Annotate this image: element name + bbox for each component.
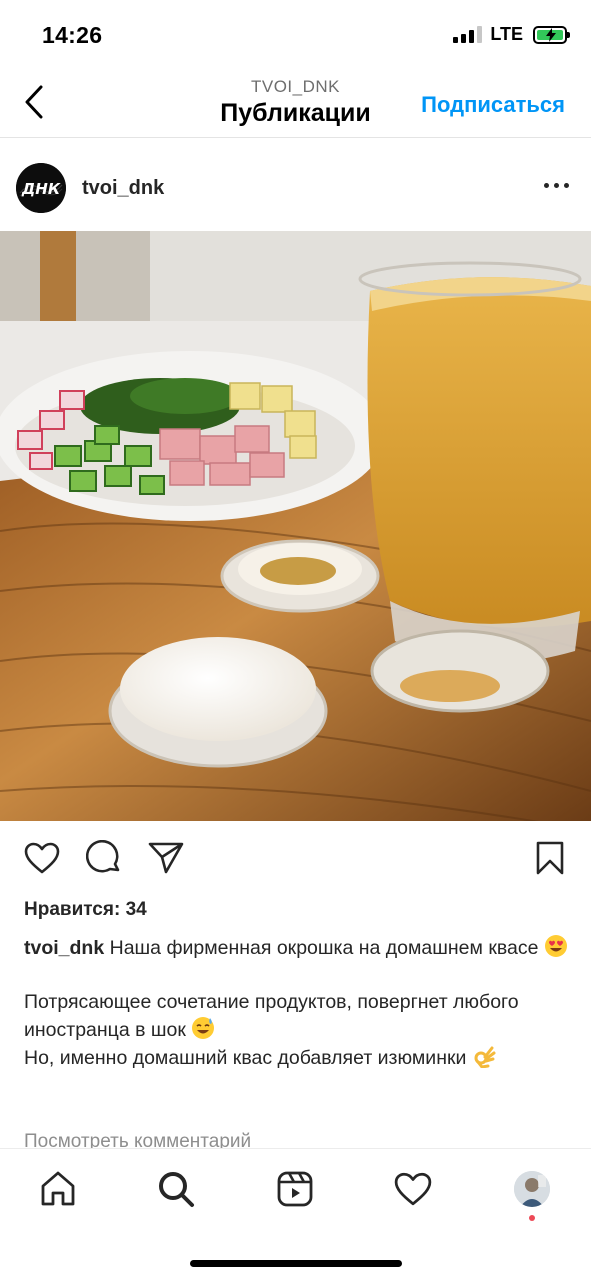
comment-button[interactable]: [84, 838, 124, 878]
heart-icon: [24, 842, 60, 874]
home-indicator: [190, 1260, 402, 1267]
caption-line-1: tvoi_dnk Наша фирменная окрошка на домаш…: [24, 934, 572, 962]
notification-dot: [529, 1215, 535, 1221]
network-type: LTE: [490, 24, 523, 44]
more-horizontal-icon: [544, 183, 549, 188]
status-bar: 14:26 LTE: [0, 0, 591, 72]
tab-reels[interactable]: [273, 1167, 317, 1211]
caption-text-1: Наша фирменная окрошка на домашнем квасе: [109, 937, 539, 959]
heart-icon: [394, 1172, 432, 1206]
status-time: 14:26: [42, 22, 103, 48]
likes-count[interactable]: Нравится: 34: [24, 899, 147, 921]
view-comments-link[interactable]: Посмотреть комментарий: [24, 1131, 251, 1148]
like-button[interactable]: [22, 838, 62, 878]
follow-button[interactable]: Подписаться: [421, 92, 565, 118]
post-photo[interactable]: [0, 231, 591, 821]
save-button[interactable]: [530, 838, 570, 878]
avatar-logo-text: ДНК: [21, 180, 61, 198]
tab-search[interactable]: [154, 1167, 198, 1211]
home-icon: [41, 1171, 75, 1206]
reels-icon: [277, 1171, 313, 1207]
heart-eyes-emoji-icon: [544, 935, 567, 957]
caption-text-3: Но, именно домашний квас добавляет изюми…: [24, 1047, 467, 1069]
post-actions: [0, 838, 591, 884]
page-header: TVOI_DNK Публикации Подписаться: [0, 72, 591, 138]
share-button[interactable]: [146, 838, 186, 878]
more-options-button[interactable]: [544, 175, 569, 196]
caption-line-3: Но, именно домашний квас добавляет изюми…: [24, 1044, 572, 1072]
post-header: ДНК tvoi_dnk: [0, 139, 591, 231]
tab-profile[interactable]: [510, 1167, 554, 1211]
tab-activity[interactable]: [391, 1167, 435, 1211]
comment-icon: [86, 840, 120, 873]
caption-line-2: Потрясающее сочетание продуктов, повергн…: [24, 989, 572, 1044]
ok-hand-emoji-icon: [474, 1046, 496, 1068]
caption-username[interactable]: tvoi_dnk: [24, 937, 104, 959]
search-icon: [159, 1172, 194, 1207]
post-caption: tvoi_dnk Наша фирменная окрошка на домаш…: [24, 934, 572, 1072]
signal-icon: [453, 26, 483, 43]
send-icon: [148, 842, 184, 874]
profile-avatar: [514, 1171, 550, 1207]
status-indicators: LTE: [453, 24, 570, 45]
avatar[interactable]: ДНК: [16, 163, 66, 213]
post-username[interactable]: tvoi_dnk: [82, 177, 164, 200]
caption-text-2: Потрясающее сочетание продуктов, повергн…: [24, 991, 519, 1041]
tab-home[interactable]: [36, 1167, 80, 1211]
bookmark-icon: [536, 841, 564, 875]
battery-icon: [533, 25, 570, 44]
sweat-smile-emoji-icon: [192, 1017, 215, 1039]
